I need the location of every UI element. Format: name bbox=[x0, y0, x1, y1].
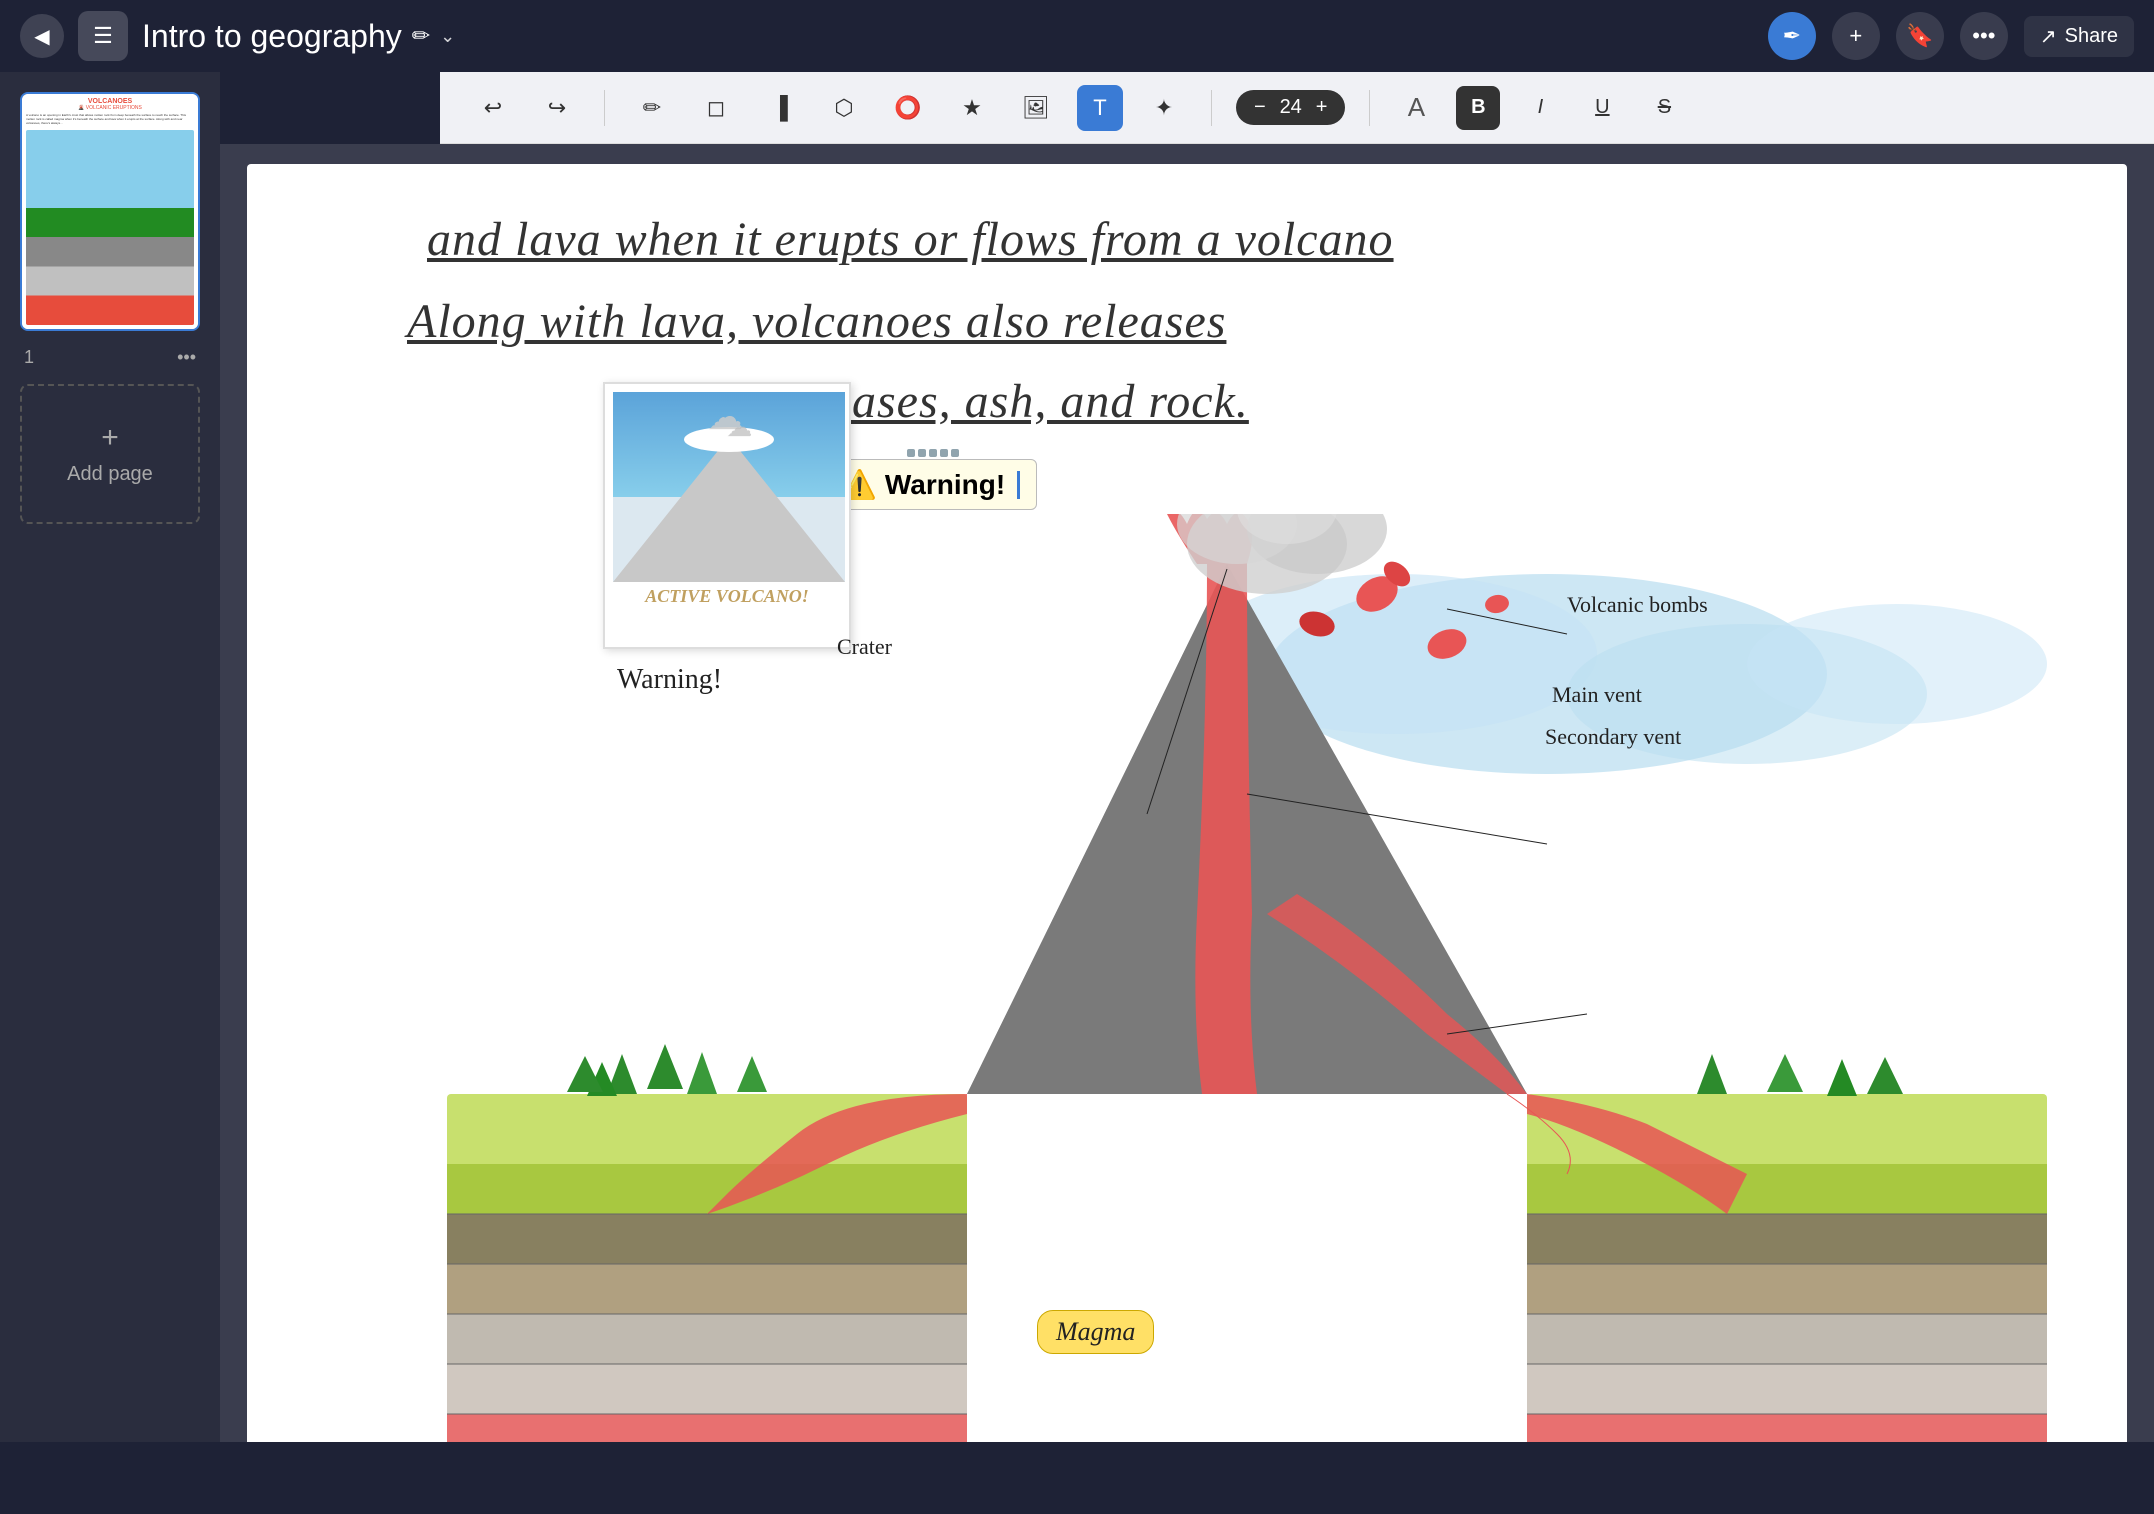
select-tool-button[interactable]: ⭕ bbox=[885, 85, 931, 131]
canvas-area[interactable]: and lava when it erupts or flows from a … bbox=[220, 144, 2154, 1442]
thumb-page-content: VOLCANOES 🌋 VOLCANIC ERUPTIONS A volcano… bbox=[22, 94, 198, 329]
thumb-title: VOLCANOES bbox=[26, 98, 194, 105]
right-panel: ↩ ↪ ✏ ◻ ▐ ⬡ ⭕ ★ 🖼 T ✦ − 24 + A B I U S bbox=[220, 72, 2154, 1442]
underline-button[interactable]: U bbox=[1580, 86, 1624, 130]
font-size-control: − 24 + bbox=[1236, 90, 1345, 125]
title-pencil-icon: ✏ bbox=[412, 23, 430, 49]
text-line-2[interactable]: Along with lava, volcanoes also releases bbox=[407, 294, 1226, 349]
header-right: ✒ + 🔖 ••• ↗ Share bbox=[1768, 12, 2134, 60]
separator-3 bbox=[1369, 90, 1370, 126]
label-secondary-vent: Secondary vent bbox=[1545, 724, 1681, 750]
thumbnail-content: VOLCANOES 🌋 VOLCANIC ERUPTIONS A volcano… bbox=[22, 94, 198, 329]
redo-button[interactable]: ↪ bbox=[534, 85, 580, 131]
page-number-row: 1 ••• bbox=[20, 347, 200, 368]
font-size-increase[interactable]: + bbox=[1312, 96, 1332, 119]
separator-1 bbox=[604, 90, 605, 126]
main-layout: VOLCANOES 🌋 VOLCANIC ERUPTIONS A volcano… bbox=[0, 72, 2154, 1442]
pen-tool-button[interactable]: ✏ bbox=[629, 85, 675, 131]
warning-box-text: Warning! bbox=[885, 469, 1005, 501]
magic-tool-button[interactable]: ✦ bbox=[1141, 85, 1187, 131]
undo-button[interactable]: ↩ bbox=[470, 85, 516, 131]
handle-dot bbox=[918, 449, 926, 457]
thumb-body-text: A volcano is an opening in Earth's crust… bbox=[26, 113, 194, 126]
title-text: Intro to geography bbox=[142, 18, 402, 55]
bold-button[interactable]: B bbox=[1456, 86, 1500, 130]
font-size-decrease[interactable]: − bbox=[1250, 96, 1270, 119]
sidebar: VOLCANOES 🌋 VOLCANIC ERUPTIONS A volcano… bbox=[0, 72, 220, 1442]
notebook-icon[interactable]: ☰ bbox=[78, 11, 128, 61]
add-page-button[interactable]: + Add page bbox=[20, 384, 200, 524]
title-chevron-icon[interactable]: ⌄ bbox=[440, 26, 455, 47]
strikethrough-button[interactable]: S bbox=[1642, 86, 1686, 130]
label-main-vent: Main vent bbox=[1552, 682, 1642, 708]
text-line-3[interactable]: gases, ash, and rock. bbox=[827, 374, 1249, 429]
page-more-icon[interactable]: ••• bbox=[177, 347, 196, 368]
text-tool-button[interactable]: T bbox=[1077, 85, 1123, 131]
warning-box[interactable]: ⚠️ Warning! bbox=[825, 459, 1037, 510]
thumb-cross-section bbox=[26, 130, 194, 325]
smoke-icon-2: ☁ bbox=[726, 412, 752, 443]
lasso-tool-button[interactable]: ⬡ bbox=[821, 85, 867, 131]
font-size-value: 24 bbox=[1276, 96, 1306, 119]
pen-button[interactable]: ✒ bbox=[1768, 12, 1816, 60]
handle-dot bbox=[929, 449, 937, 457]
warning-box-handle[interactable] bbox=[907, 449, 959, 457]
label-crater: Crater bbox=[837, 634, 892, 660]
share-button[interactable]: ↗ Share bbox=[2024, 16, 2134, 57]
text-line-1[interactable]: and lava when it erupts or flows from a … bbox=[427, 212, 1394, 267]
bookmark-button[interactable]: 🔖 bbox=[1896, 12, 1944, 60]
share-label: Share bbox=[2065, 25, 2118, 48]
add-page-plus-icon: + bbox=[101, 421, 119, 455]
magma-label: Magma bbox=[1037, 1310, 1154, 1354]
handle-dot bbox=[907, 449, 915, 457]
handle-dot bbox=[940, 449, 948, 457]
eraser-tool-button[interactable]: ◻ bbox=[693, 85, 739, 131]
document-title: Intro to geography ✏ ⌄ bbox=[142, 18, 455, 55]
share-icon: ↗ bbox=[2040, 24, 2057, 49]
volcano-diagram-svg bbox=[447, 514, 2047, 1442]
header-left: ◀ ☰ Intro to geography ✏ ⌄ bbox=[20, 11, 1752, 61]
toolbar: ↩ ↪ ✏ ◻ ▐ ⬡ ⭕ ★ 🖼 T ✦ − 24 + A B I U S bbox=[440, 72, 2154, 144]
image-tool-button[interactable]: 🖼 bbox=[1013, 85, 1059, 131]
page-number: 1 bbox=[24, 347, 34, 368]
thumb-diagram bbox=[26, 130, 194, 325]
page-thumbnail-1[interactable]: VOLCANOES 🌋 VOLCANIC ERUPTIONS A volcano… bbox=[20, 92, 200, 331]
italic-button[interactable]: I bbox=[1518, 86, 1562, 130]
thumb-subtitle: 🌋 VOLCANIC ERUPTIONS bbox=[26, 105, 194, 111]
text-cursor bbox=[1017, 471, 1020, 499]
star-tool-button[interactable]: ★ bbox=[949, 85, 995, 131]
handle-dot bbox=[951, 449, 959, 457]
font-button[interactable]: A bbox=[1394, 86, 1438, 130]
header: ◀ ☰ Intro to geography ✏ ⌄ ✒ + 🔖 ••• ↗ S… bbox=[0, 0, 2154, 72]
more-button[interactable]: ••• bbox=[1960, 12, 2008, 60]
highlighter-tool-button[interactable]: ▐ bbox=[757, 85, 803, 131]
add-page-label: Add page bbox=[67, 463, 153, 486]
label-volcanic-bombs: Volcanic bombs bbox=[1567, 592, 1708, 618]
add-page-button[interactable]: + bbox=[1832, 12, 1880, 60]
back-button[interactable]: ◀ bbox=[20, 14, 64, 58]
separator-2 bbox=[1211, 90, 1212, 126]
canvas-page: and lava when it erupts or flows from a … bbox=[247, 164, 2127, 1442]
